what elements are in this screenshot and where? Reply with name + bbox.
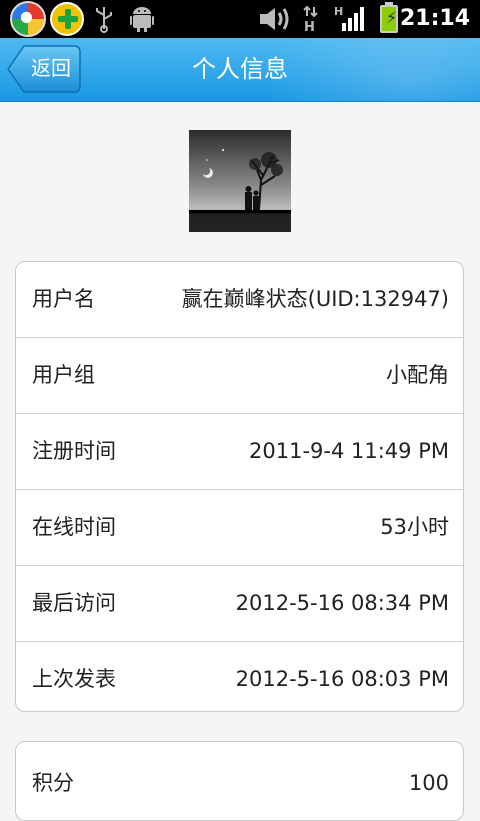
android-debug-icon (130, 5, 154, 33)
svg-text:H: H (304, 20, 315, 33)
clock: 21:14 (399, 6, 470, 31)
field-row-register-time: 注册时间 2011-9-4 11:49 PM (16, 414, 463, 490)
field-label: 上次发表 (32, 667, 116, 691)
stat-row-points: 积分 100 (16, 742, 463, 817)
profile-stats-card: 积分 100 (15, 741, 464, 821)
plus-app-icon (50, 2, 84, 36)
field-value: 2012-5-16 08:34 PM (235, 591, 449, 615)
status-bar: H H ⚡ 21:14 (0, 0, 480, 38)
field-label: 最后访问 (32, 591, 116, 615)
title-bar: 个人信息 返回 (0, 38, 480, 102)
signal-icon: H (334, 5, 364, 33)
field-value: 赢在巅峰状态(UID:132947) (181, 287, 449, 311)
field-row-username: 用户名 赢在巅峰状态(UID:132947) (16, 262, 463, 338)
field-label: 注册时间 (32, 439, 116, 463)
usb-icon (92, 5, 116, 33)
back-button-label: 返回 (31, 56, 71, 80)
battery-charging-icon: ⚡ (378, 2, 400, 33)
field-label: 在线时间 (32, 515, 116, 539)
field-row-last-visit: 最后访问 2012-5-16 08:34 PM (16, 566, 463, 642)
avatar (189, 130, 291, 232)
app-icon (10, 1, 46, 37)
field-row-last-post: 上次发表 2012-5-16 08:03 PM (16, 642, 463, 711)
field-value: 小配角 (386, 363, 449, 387)
field-value: 53小时 (380, 515, 449, 539)
field-value: 2011-9-4 11:49 PM (249, 439, 449, 463)
stat-label: 积分 (32, 771, 74, 795)
data-transfer-icon: H (302, 5, 320, 33)
field-label: 用户名 (32, 287, 95, 311)
profile-info-card: 用户名 赢在巅峰状态(UID:132947) 用户组 小配角 注册时间 2011… (15, 261, 464, 712)
stat-value: 100 (408, 771, 449, 795)
field-label: 用户组 (32, 363, 95, 387)
field-row-user-group: 用户组 小配角 (16, 338, 463, 414)
volume-icon (258, 5, 294, 33)
field-row-online-time: 在线时间 53小时 (16, 490, 463, 566)
field-value: 2012-5-16 08:03 PM (235, 667, 449, 691)
